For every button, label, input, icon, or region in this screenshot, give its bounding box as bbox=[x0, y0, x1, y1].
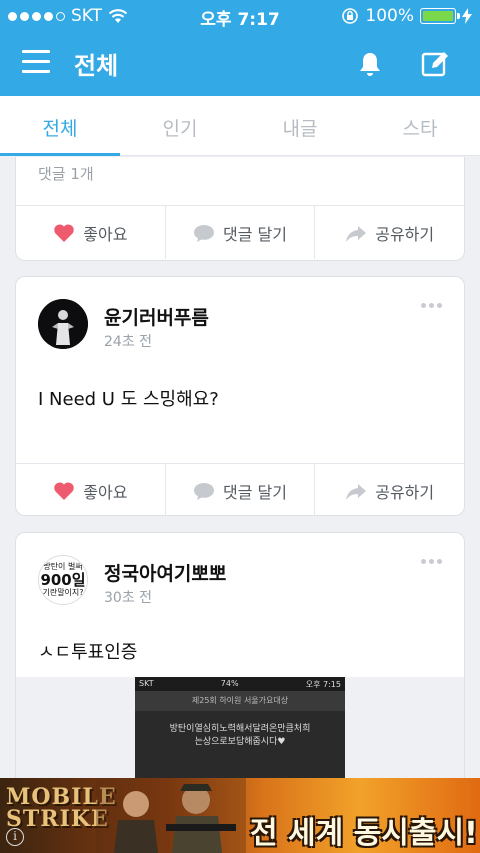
tab-bar: 전체 인기 내글 스타 bbox=[0, 96, 480, 156]
share-label: 공유하기 bbox=[375, 224, 435, 244]
charging-icon bbox=[462, 8, 472, 24]
tab-popular[interactable]: 인기 bbox=[120, 96, 240, 155]
bell-icon[interactable] bbox=[356, 50, 384, 78]
post-time: 24초 전 bbox=[104, 334, 153, 350]
tab-star[interactable]: 스타 bbox=[360, 96, 480, 155]
app-bar: 전체 bbox=[0, 32, 480, 96]
image-status-carrier: SKT bbox=[139, 679, 154, 688]
ad-headline: 전 세계 동시출시! bbox=[250, 816, 478, 851]
tab-my-posts[interactable]: 내글 bbox=[240, 96, 360, 155]
like-button[interactable]: 좋아요 bbox=[16, 206, 166, 259]
post-image[interactable]: SKT 74% 오후 7:15 제25회 하이원 서울가요대상 방탄이열심히노력… bbox=[16, 677, 464, 787]
image-status-time: 오후 7:15 bbox=[305, 680, 341, 689]
post-card: 방탄이 벌써 900일 기란말이지? 정국아여기뽀뽀 30초 전 ㅅㄷ투표인증 … bbox=[15, 532, 465, 792]
share-label: 공유하기 bbox=[375, 482, 435, 502]
avatar-image bbox=[38, 299, 88, 349]
author-name[interactable]: 정국아여기뽀뽀 bbox=[104, 559, 226, 586]
ad-soldier-image bbox=[96, 778, 246, 853]
screenshot-image: SKT 74% 오후 7:15 제25회 하이원 서울가요대상 방탄이열심히노력… bbox=[135, 677, 345, 787]
author-name[interactable]: 윤기러버푸름 bbox=[104, 303, 209, 330]
avatar-text: 방탄이 벌써 900일 기란말이지? bbox=[40, 562, 86, 597]
heart-icon bbox=[54, 223, 75, 242]
post-actions: 좋아요 댓글 달기 공유하기 bbox=[16, 205, 464, 259]
post-card: 댓글 1개 좋아요 댓글 달기 공유하기 bbox=[15, 157, 465, 261]
comment-button[interactable]: 댓글 달기 bbox=[166, 206, 316, 259]
post-text: I Need U 도 스밍해요? bbox=[38, 389, 219, 410]
post-time: 30초 전 bbox=[104, 590, 153, 606]
image-body: 방탄이열심히노력해서달려온만큼처희 는상으로보답해줍시다♥ bbox=[169, 724, 311, 747]
ad-info-icon[interactable]: i bbox=[6, 828, 24, 846]
orientation-lock-icon bbox=[342, 8, 359, 24]
share-button[interactable]: 공유하기 bbox=[315, 206, 464, 259]
page-title: 전체 bbox=[74, 52, 119, 80]
comment-button[interactable]: 댓글 달기 bbox=[166, 464, 316, 515]
heart-icon bbox=[54, 481, 75, 500]
menu-icon[interactable] bbox=[22, 50, 50, 76]
comment-count[interactable]: 댓글 1개 bbox=[38, 163, 94, 184]
like-label: 좋아요 bbox=[83, 482, 128, 502]
ad-banner[interactable]: MOBILE STRIKE 전 세계 동시출시! i bbox=[0, 778, 480, 853]
avatar[interactable] bbox=[38, 299, 88, 349]
comment-label: 댓글 달기 bbox=[223, 224, 287, 244]
image-status-battery: 74% bbox=[220, 679, 239, 688]
speech-bubble-icon bbox=[194, 482, 215, 500]
status-bar: SKT 오후 7:17 100% bbox=[0, 0, 480, 32]
post-text: ㅅㄷ투표인증 bbox=[38, 642, 138, 663]
share-arrow-icon bbox=[346, 225, 367, 242]
share-button[interactable]: 공유하기 bbox=[315, 464, 464, 515]
compose-icon[interactable] bbox=[420, 49, 450, 79]
battery-percent: 100% bbox=[365, 6, 414, 26]
more-options-icon[interactable] bbox=[421, 559, 442, 564]
battery-icon bbox=[420, 8, 460, 24]
share-arrow-icon bbox=[346, 483, 367, 500]
image-header: 제25회 하이원 서울가요대상 bbox=[135, 691, 345, 711]
like-label: 좋아요 bbox=[83, 224, 128, 244]
speech-bubble-icon bbox=[194, 224, 215, 242]
like-button[interactable]: 좋아요 bbox=[16, 464, 166, 515]
more-options-icon[interactable] bbox=[421, 303, 442, 308]
post-card: 윤기러버푸름 24초 전 I Need U 도 스밍해요? 좋아요 댓글 달기 … bbox=[15, 276, 465, 516]
comment-label: 댓글 달기 bbox=[223, 482, 287, 502]
avatar[interactable]: 방탄이 벌써 900일 기란말이지? bbox=[38, 555, 88, 605]
tab-all[interactable]: 전체 bbox=[0, 96, 120, 156]
post-actions: 좋아요 댓글 달기 공유하기 bbox=[16, 463, 464, 515]
